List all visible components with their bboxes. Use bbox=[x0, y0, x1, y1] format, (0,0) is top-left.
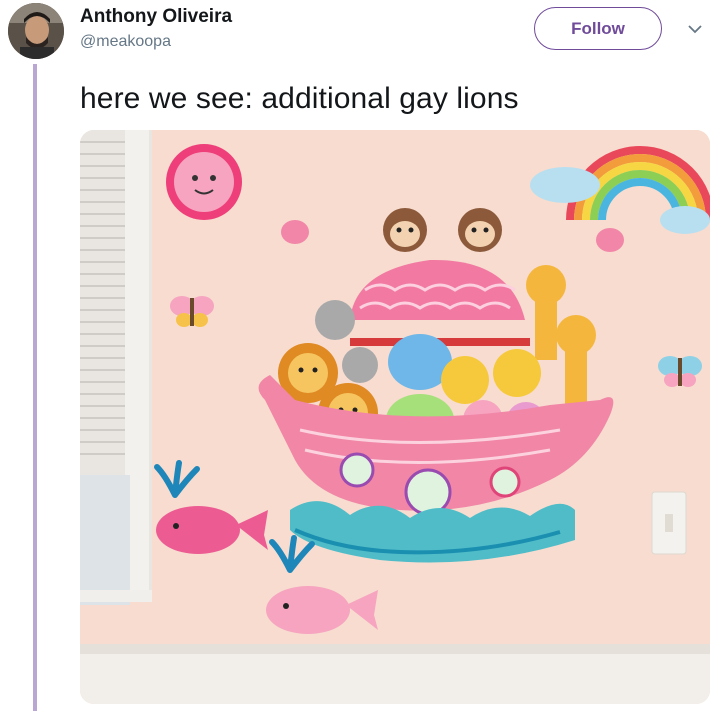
thread-connector-line bbox=[33, 64, 37, 711]
chevron-down-icon bbox=[688, 24, 702, 33]
author-avatar[interactable] bbox=[8, 3, 64, 59]
author-handle[interactable]: @meakoopa bbox=[80, 33, 171, 51]
tweet-text: here we see: additional gay lions bbox=[80, 82, 519, 115]
tweet-media-image[interactable] bbox=[80, 130, 710, 704]
author-name[interactable]: Anthony Oliveira bbox=[80, 6, 232, 28]
noahs-ark-wall-decal-image bbox=[80, 130, 710, 704]
follow-button[interactable]: Follow bbox=[534, 7, 662, 50]
tweet-menu-button[interactable] bbox=[686, 22, 704, 36]
profile-photo-icon bbox=[8, 3, 64, 59]
